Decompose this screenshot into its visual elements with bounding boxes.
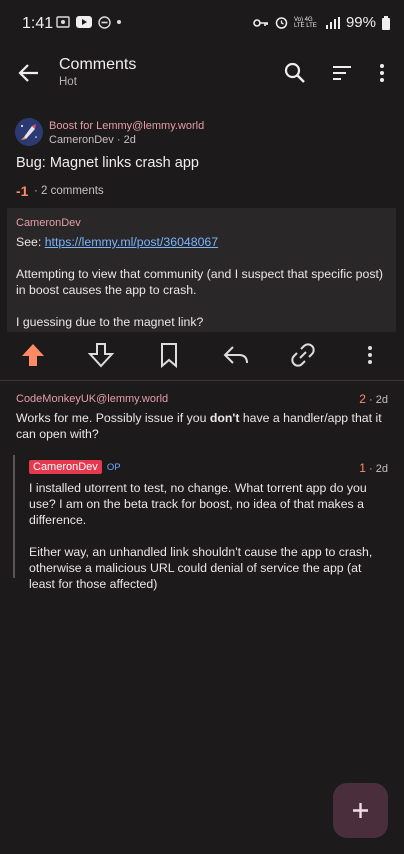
comment-text-bold: don't	[209, 411, 240, 425]
op-tag: OP	[106, 461, 121, 473]
reply-meta: 1 · 2d	[359, 461, 388, 475]
divider	[0, 380, 404, 381]
post-author[interactable]: CameronDev · 2d	[49, 134, 136, 146]
page-title: Comments	[59, 56, 137, 73]
network-type: Vo) 4G LTE LTE	[293, 16, 317, 29]
body-paragraph-2: Attempting to view that community (and I…	[16, 267, 384, 297]
vpn-key-icon	[253, 18, 268, 27]
post-link[interactable]: https://lemmy.ml/post/36048067	[45, 235, 218, 249]
downvote-icon[interactable]	[86, 340, 116, 370]
reply-paragraph-1: I installed utorrent to test, no change.…	[29, 481, 367, 527]
comment-score: 2	[359, 392, 366, 406]
search-icon[interactable]	[282, 60, 308, 86]
community-name[interactable]: Boost for Lemmy@lemmy.world	[49, 120, 204, 132]
notification-icons	[56, 15, 121, 29]
plus-icon	[353, 803, 368, 818]
dot-icon	[117, 20, 121, 24]
status-bar: 1:41 Vo) 4G LTE LTE 99%	[0, 0, 404, 46]
battery-percent: 99%	[345, 14, 376, 31]
new-comment-button[interactable]	[333, 783, 388, 838]
screenshot-icon	[56, 16, 70, 28]
post-score: -1	[16, 183, 29, 199]
thread-line	[13, 455, 15, 578]
comment-author[interactable]: CodeMonkeyUK@lemmy.world	[16, 393, 168, 405]
post-body: See: https://lemmy.ml/post/36048067 Atte…	[16, 234, 390, 346]
comment-meta: 2 · 2d	[359, 392, 388, 406]
youtube-icon	[76, 16, 92, 28]
rocket-icon	[15, 118, 43, 146]
sort-icon[interactable]	[329, 60, 355, 86]
battery-icon	[382, 15, 390, 30]
status-right: Vo) 4G LTE LTE 99%	[253, 14, 390, 31]
status-time: 1:41	[22, 15, 54, 32]
body-paragraph-3: I guessing due to the magnet link?	[16, 315, 204, 329]
op-author-badge[interactable]: CameronDev	[29, 460, 102, 474]
app-bar: Comments Hot	[0, 46, 404, 104]
reply-header: CameronDev OP	[29, 460, 121, 474]
post-more-icon[interactable]	[355, 340, 385, 370]
comment-time: · 2d	[365, 394, 388, 406]
upvote-icon[interactable]	[18, 340, 48, 370]
post-body-author[interactable]: CameronDev	[16, 217, 81, 229]
reply-score: 1	[359, 461, 366, 475]
comment-text-part: Works for me. Possibly issue if you	[16, 411, 210, 425]
dnd-icon	[98, 15, 111, 29]
see-label: See:	[16, 235, 45, 249]
reply-icon[interactable]	[221, 340, 251, 370]
post-actions	[0, 340, 404, 374]
alarm-icon	[275, 17, 288, 29]
sort-subtitle: Hot	[59, 76, 77, 88]
back-arrow-icon[interactable]	[16, 60, 42, 86]
bookmark-icon[interactable]	[154, 340, 184, 370]
reply-paragraph-2: Either way, an unhandled link shouldn't …	[29, 545, 373, 591]
comments-count-label: 2 comments	[41, 185, 104, 197]
more-vert-icon[interactable]	[369, 60, 395, 86]
reply-time: · 2d	[365, 463, 388, 475]
reply-body: I installed utorrent to test, no change.…	[29, 480, 389, 608]
link-icon[interactable]	[288, 340, 318, 370]
comments-count: · 2 comments	[34, 185, 104, 197]
post-title: Bug: Magnet links crash app	[16, 155, 199, 171]
signal-icon	[325, 16, 340, 29]
community-avatar[interactable]	[15, 118, 43, 146]
comment-body: Works for me. Possibly issue if you don'…	[16, 410, 390, 442]
